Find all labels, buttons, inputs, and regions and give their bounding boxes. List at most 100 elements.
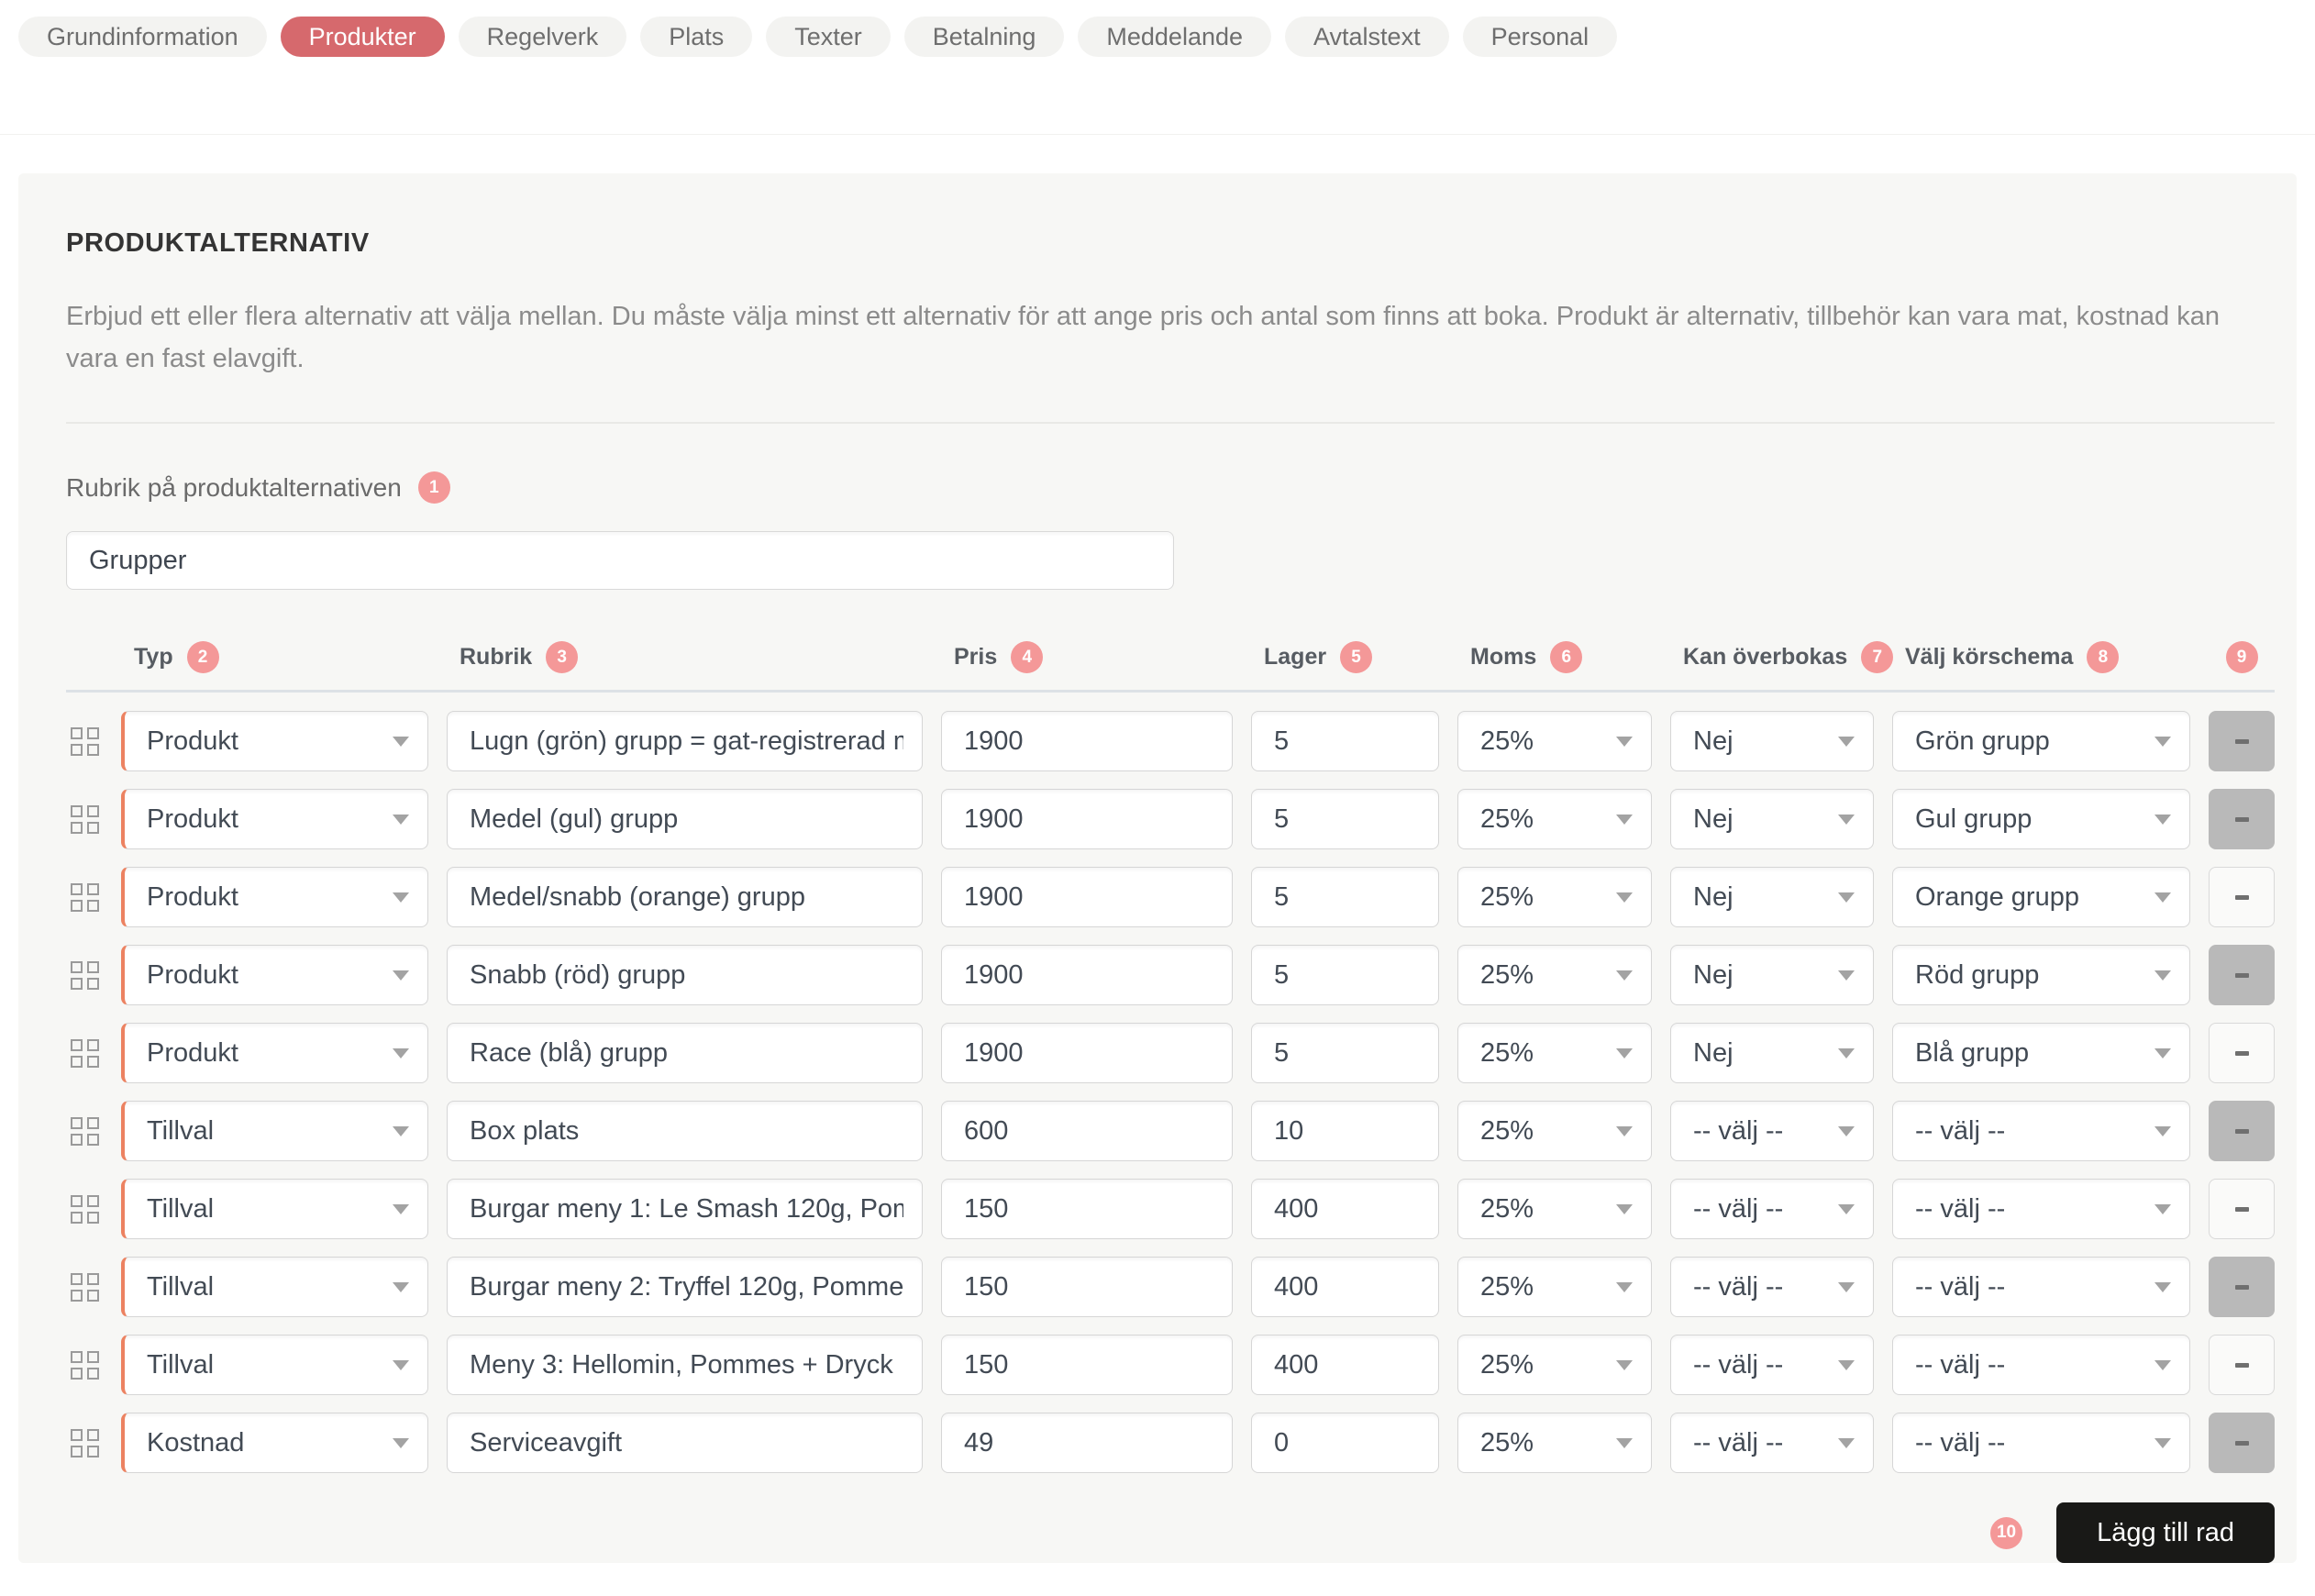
moms-select[interactable]: 25% xyxy=(1457,1023,1652,1083)
moms-select[interactable]: 25% xyxy=(1457,789,1652,849)
overbokas-select[interactable]: -- välj -- xyxy=(1670,1179,1874,1239)
rubrik-title-input[interactable] xyxy=(66,531,1174,590)
typ-select[interactable]: Tillval xyxy=(121,1101,428,1161)
overbokas-select[interactable]: Nej xyxy=(1670,1023,1874,1083)
remove-row-button[interactable] xyxy=(2209,1335,2275,1395)
tab-plats[interactable]: Plats xyxy=(640,17,752,57)
pris-input[interactable] xyxy=(964,960,1213,991)
drag-handle-icon[interactable] xyxy=(66,805,103,834)
remove-row-button[interactable] xyxy=(2209,1101,2275,1161)
overbokas-select[interactable]: -- välj -- xyxy=(1670,1335,1874,1395)
tab-grundinformation[interactable]: Grundinformation xyxy=(18,17,267,57)
drag-handle-icon[interactable] xyxy=(66,1195,103,1224)
moms-select[interactable]: 25% xyxy=(1457,711,1652,771)
lager-input[interactable] xyxy=(1274,960,1420,991)
tab-betalning[interactable]: Betalning xyxy=(904,17,1065,57)
rubrik-input[interactable] xyxy=(470,960,903,991)
overbokas-select[interactable]: Nej xyxy=(1670,789,1874,849)
tab-personal[interactable]: Personal xyxy=(1463,17,1618,57)
typ-select[interactable]: Tillval xyxy=(121,1179,428,1239)
drag-handle-icon[interactable] xyxy=(66,1351,103,1380)
overbokas-select[interactable]: -- välj -- xyxy=(1670,1257,1874,1317)
pris-input[interactable] xyxy=(964,1116,1213,1147)
remove-row-button[interactable] xyxy=(2209,867,2275,927)
korschema-select[interactable]: Röd grupp xyxy=(1892,945,2190,1005)
korschema-select[interactable]: Gul grupp xyxy=(1892,789,2190,849)
pris-input[interactable] xyxy=(964,1428,1213,1458)
korschema-select[interactable]: -- välj -- xyxy=(1892,1257,2190,1317)
rubrik-input[interactable] xyxy=(470,1194,903,1225)
drag-handle-icon[interactable] xyxy=(66,1117,103,1146)
typ-select[interactable]: Kostnad xyxy=(121,1413,428,1473)
pris-input[interactable] xyxy=(964,1038,1213,1069)
rubrik-input[interactable] xyxy=(470,1428,903,1458)
overbokas-select[interactable]: -- välj -- xyxy=(1670,1101,1874,1161)
typ-select[interactable]: Produkt xyxy=(121,1023,428,1083)
lager-input[interactable] xyxy=(1274,1428,1420,1458)
moms-select[interactable]: 25% xyxy=(1457,867,1652,927)
tab-texter[interactable]: Texter xyxy=(766,17,891,57)
rubrik-input[interactable] xyxy=(470,1272,903,1302)
korschema-select[interactable]: Orange grupp xyxy=(1892,867,2190,927)
korschema-select[interactable]: -- välj -- xyxy=(1892,1179,2190,1239)
pris-input[interactable] xyxy=(964,804,1213,835)
lager-input[interactable] xyxy=(1274,1038,1420,1069)
typ-select[interactable]: Produkt xyxy=(121,789,428,849)
drag-handle-icon[interactable] xyxy=(66,883,103,912)
lager-input[interactable] xyxy=(1274,1350,1420,1380)
overbokas-select[interactable]: Nej xyxy=(1670,711,1874,771)
moms-select[interactable]: 25% xyxy=(1457,1257,1652,1317)
korschema-select[interactable]: Blå grupp xyxy=(1892,1023,2190,1083)
pris-input[interactable] xyxy=(964,726,1213,757)
add-row-button[interactable]: Lägg till rad xyxy=(2056,1502,2275,1563)
remove-row-button[interactable] xyxy=(2209,789,2275,849)
lager-input[interactable] xyxy=(1274,1116,1420,1147)
rubrik-input[interactable] xyxy=(470,882,903,913)
lager-input[interactable] xyxy=(1274,726,1420,757)
pris-input[interactable] xyxy=(964,882,1213,913)
moms-select[interactable]: 25% xyxy=(1457,1335,1652,1395)
remove-row-button[interactable] xyxy=(2209,711,2275,771)
tab-meddelande[interactable]: Meddelande xyxy=(1078,17,1271,57)
remove-row-button[interactable] xyxy=(2209,1179,2275,1239)
tab-regelverk[interactable]: Regelverk xyxy=(459,17,627,57)
overbokas-select[interactable]: Nej xyxy=(1670,945,1874,1005)
drag-handle-icon[interactable] xyxy=(66,727,103,756)
korschema-select[interactable]: -- välj -- xyxy=(1892,1413,2190,1473)
drag-handle-icon[interactable] xyxy=(66,961,103,990)
rubrik-input[interactable] xyxy=(470,1350,903,1380)
remove-row-button[interactable] xyxy=(2209,945,2275,1005)
lager-input[interactable] xyxy=(1274,882,1420,913)
typ-select[interactable]: Produkt xyxy=(121,945,428,1005)
moms-select[interactable]: 25% xyxy=(1457,1413,1652,1473)
pris-input[interactable] xyxy=(964,1194,1213,1225)
lager-input[interactable] xyxy=(1274,804,1420,835)
korschema-select[interactable]: -- välj -- xyxy=(1892,1101,2190,1161)
lager-input[interactable] xyxy=(1274,1272,1420,1302)
typ-select[interactable]: Tillval xyxy=(121,1257,428,1317)
typ-select[interactable]: Produkt xyxy=(121,711,428,771)
lager-input[interactable] xyxy=(1274,1194,1420,1225)
remove-row-button[interactable] xyxy=(2209,1023,2275,1083)
rubrik-input[interactable] xyxy=(470,1116,903,1147)
overbokas-select[interactable]: -- välj -- xyxy=(1670,1413,1874,1473)
tab-avtalstext[interactable]: Avtalstext xyxy=(1285,17,1449,57)
drag-handle-icon[interactable] xyxy=(66,1429,103,1457)
moms-select[interactable]: 25% xyxy=(1457,1179,1652,1239)
korschema-select[interactable]: Grön grupp xyxy=(1892,711,2190,771)
rubrik-input[interactable] xyxy=(470,804,903,835)
tab-produkter[interactable]: Produkter xyxy=(281,17,445,57)
rubrik-input[interactable] xyxy=(470,726,903,757)
drag-handle-icon[interactable] xyxy=(66,1039,103,1068)
moms-select[interactable]: 25% xyxy=(1457,1101,1652,1161)
remove-row-button[interactable] xyxy=(2209,1257,2275,1317)
remove-row-button[interactable] xyxy=(2209,1413,2275,1473)
typ-select[interactable]: Tillval xyxy=(121,1335,428,1395)
overbokas-select[interactable]: Nej xyxy=(1670,867,1874,927)
rubrik-input[interactable] xyxy=(470,1038,903,1069)
moms-select[interactable]: 25% xyxy=(1457,945,1652,1005)
pris-input[interactable] xyxy=(964,1350,1213,1380)
pris-input[interactable] xyxy=(964,1272,1213,1302)
korschema-select[interactable]: -- välj -- xyxy=(1892,1335,2190,1395)
drag-handle-icon[interactable] xyxy=(66,1273,103,1302)
